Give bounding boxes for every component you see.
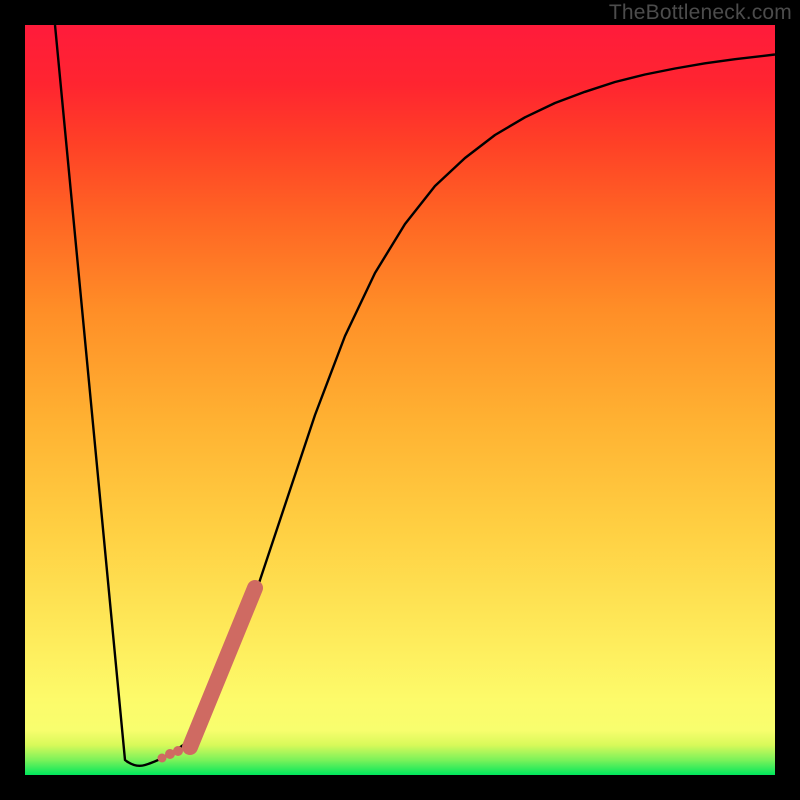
highlight-dot xyxy=(158,754,167,763)
plot-area xyxy=(25,25,775,775)
highlight-band xyxy=(190,588,255,747)
attribution-watermark: TheBottleneck.com xyxy=(609,1,792,25)
highlight-dot xyxy=(173,746,183,756)
bottleneck-curve xyxy=(25,25,775,775)
chart-frame xyxy=(0,0,800,800)
curve-path xyxy=(55,25,775,766)
